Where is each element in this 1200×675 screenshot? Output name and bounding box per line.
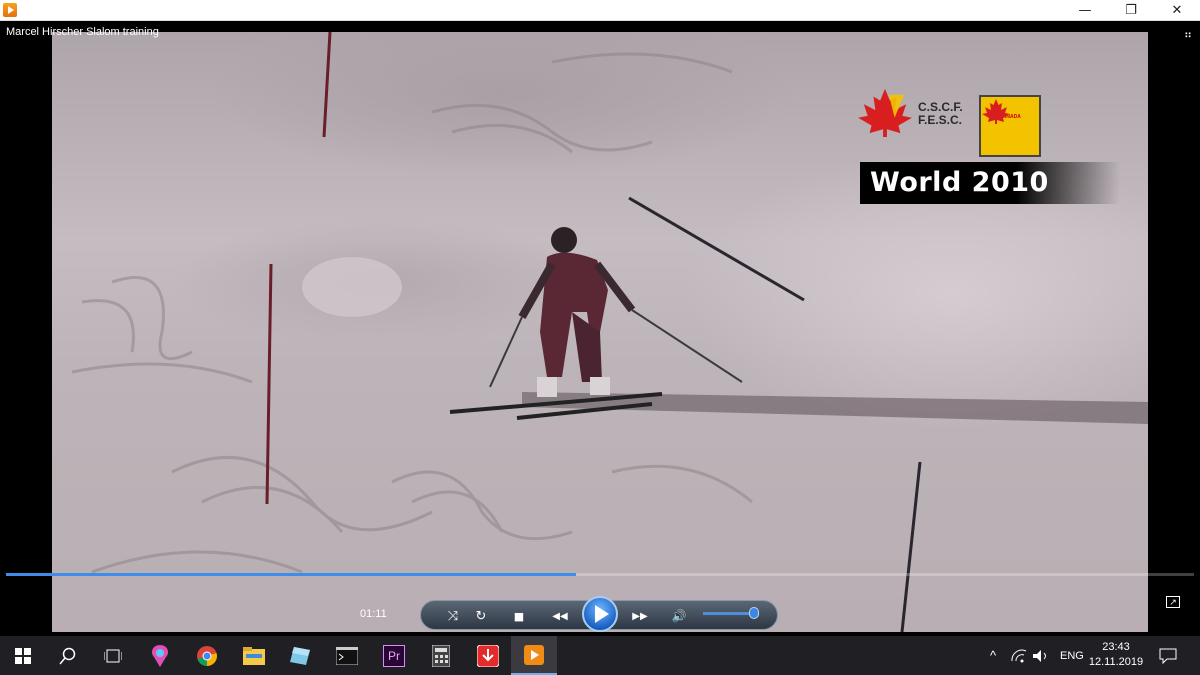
close-button[interactable]: ✕ <box>1154 0 1200 21</box>
org-line-2: F.E.S.C. <box>918 113 963 127</box>
media-player-taskbar-button[interactable] <box>511 636 557 675</box>
windows-icon <box>15 647 31 664</box>
file-explorer-button[interactable] <box>231 636 277 675</box>
calculator-button[interactable] <box>418 636 464 675</box>
search-button[interactable] <box>45 636 91 675</box>
canada-badge: CANADA <box>979 95 1041 157</box>
previous-button[interactable]: ◀◀ <box>544 607 576 625</box>
gate-pole <box>322 32 332 138</box>
ski-tracks <box>71 52 753 574</box>
app-icon <box>290 646 310 665</box>
terminal-button[interactable] <box>324 636 370 675</box>
taskbar-clock[interactable]: 23:43 12.11.2019 <box>1086 640 1146 670</box>
video-frame[interactable]: C.S.C.F. F.E.S.C. CANADA World 2010 <box>52 32 1148 632</box>
volume-knob[interactable] <box>749 607 759 619</box>
volume-icon[interactable] <box>1032 649 1050 663</box>
mute-button[interactable]: 🔊 <box>668 607 690 625</box>
paint-3d-icon <box>152 644 168 667</box>
next-button[interactable]: ▶▶ <box>624 607 656 625</box>
show-hidden-icons-button[interactable]: ^ <box>984 648 1002 663</box>
paint-3d-button[interactable] <box>137 636 183 675</box>
fullscreen-icon[interactable]: ⠶ <box>1184 28 1192 41</box>
clock-date: 12.11.2019 <box>1088 656 1144 668</box>
shuffle-button[interactable]: ⤨ <box>444 607 462 625</box>
repeat-button[interactable]: ↻ <box>472 607 490 625</box>
task-view-icon <box>104 649 122 662</box>
media-player: Marcel Hirscher Slalom training ⠶ C.S.C.… <box>0 22 1200 636</box>
start-button[interactable] <box>0 636 46 675</box>
clock-time: 23:43 <box>1102 641 1130 653</box>
language-indicator[interactable]: ENG <box>1060 650 1084 662</box>
taskbar: Pr ^ ENG 23:43 12.11.2019 <box>0 636 1200 675</box>
notifications-icon <box>1159 648 1177 664</box>
folder-icon <box>243 646 265 665</box>
media-player-icon <box>3 3 17 17</box>
chrome-icon <box>197 645 217 666</box>
seek-bar[interactable] <box>6 573 1194 576</box>
restore-button[interactable]: ❐ <box>1108 0 1154 21</box>
network-icon[interactable] <box>1010 649 1028 663</box>
gate-pole <box>900 461 922 632</box>
app-button[interactable] <box>277 636 323 675</box>
premiere-pro-button[interactable]: Pr <box>371 636 417 675</box>
stop-button[interactable]: ■ <box>510 607 528 625</box>
premiere-pro-icon: Pr <box>383 644 405 667</box>
event-banner: World 2010 <box>860 162 1120 204</box>
chrome-button[interactable] <box>184 636 230 675</box>
maple-leaf-icon <box>982 99 1010 124</box>
elapsed-time: 01:11 <box>360 608 387 620</box>
search-icon <box>59 647 76 664</box>
event-banner-text: World 2010 <box>870 167 1049 198</box>
task-view-button[interactable] <box>90 636 136 675</box>
switch-to-library-button[interactable]: ↗ <box>1166 596 1180 608</box>
downloader-button[interactable] <box>465 636 511 675</box>
window-titlebar: — ❐ ✕ <box>0 0 1200 21</box>
video-title: Marcel Hirscher Slalom training <box>6 26 159 38</box>
skier <box>449 227 743 420</box>
calculator-icon <box>432 644 450 667</box>
gate-pole <box>628 196 805 302</box>
federation-logo: C.S.C.F. F.E.S.C. CANADA <box>856 87 1046 157</box>
media-player-icon <box>524 644 544 665</box>
window-controls: — ❐ ✕ <box>1062 0 1200 21</box>
play-button[interactable] <box>582 596 618 632</box>
system-tray: ^ ENG <box>984 636 1084 675</box>
snow-mound <box>302 257 402 317</box>
seek-progress <box>6 573 577 576</box>
minimize-button[interactable]: — <box>1062 0 1108 21</box>
play-icon <box>595 605 609 623</box>
terminal-icon <box>336 646 358 665</box>
download-icon <box>477 644 499 667</box>
org-name: C.S.C.F. F.E.S.C. <box>918 101 963 127</box>
maple-leaf-icon <box>858 88 912 137</box>
action-center-button[interactable] <box>1146 636 1190 675</box>
